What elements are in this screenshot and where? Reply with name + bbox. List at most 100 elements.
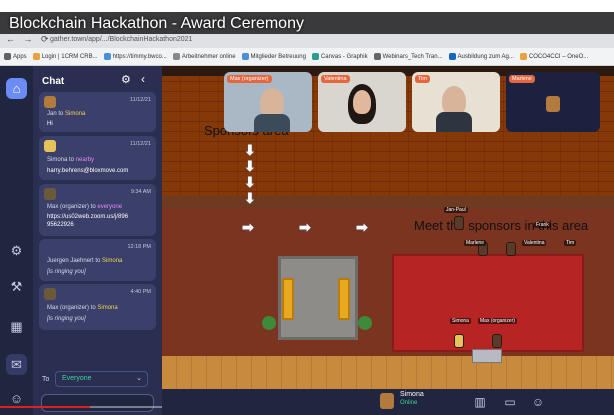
video-tile[interactable]: Tim [412, 72, 500, 132]
chevron-down-icon: ⌄ [136, 375, 142, 382]
message-time: 9:34 AM [130, 189, 151, 195]
bookmarks-bar: Apps Login | 1CRM CRB... https://timmy.b… [0, 48, 614, 66]
bookmark-item[interactable]: Webinars_Tech Tran... [373, 53, 443, 60]
arrow-down-icon: ⬇ [244, 142, 256, 158]
bottom-wall [162, 356, 614, 389]
avatar [44, 288, 56, 300]
avatar [546, 96, 560, 112]
bookmark-icon [103, 53, 111, 60]
arrow-right-icon: ➡ [242, 219, 254, 235]
to-label: To [42, 376, 50, 383]
message-text: [is ringing you] [47, 316, 86, 322]
calendar-icon[interactable]: ▦ [6, 316, 27, 337]
user-name: Simona [400, 391, 424, 398]
browser-nav-icons[interactable]: ← → ⟳ [6, 34, 52, 45]
message-header: Jan to Simona [47, 111, 86, 117]
home-icon[interactable]: ⌂ [6, 78, 27, 99]
video-label: Max (organizer) [227, 75, 272, 83]
avatar [44, 96, 56, 108]
bookmark-icon [32, 53, 40, 60]
chat-icon[interactable]: ✉ [6, 354, 27, 375]
arrow-right-icon: ➡ [299, 219, 311, 235]
video-tile[interactable]: Max (organizer) [224, 72, 312, 132]
plant [358, 316, 372, 330]
wall-strip [162, 196, 614, 208]
video-label: Marlene [509, 75, 535, 83]
avatar-name-tag: Jan-Paul [444, 207, 468, 213]
screen-share-icon[interactable]: ▭ [502, 394, 518, 410]
bookmark-item[interactable]: Apps [4, 53, 27, 60]
bookmark-icon [373, 53, 381, 60]
message-time: 11/12/21 [129, 97, 151, 103]
avatar [44, 188, 56, 200]
participant-body [436, 112, 472, 132]
bookmark-item[interactable]: Canvas - Graphik [311, 53, 368, 60]
meet-sponsors-label: Meet the sponsors in this area [414, 218, 589, 233]
bookmark-icon [172, 53, 180, 60]
bookmark-icon [241, 53, 249, 60]
chat-message: 4:40 PM Max (organizer) to Simona [is ri… [39, 284, 156, 330]
message-text: [is ringing you] [47, 269, 86, 275]
chevron-left-icon[interactable]: ‹ [141, 72, 145, 86]
bookmark-item[interactable]: Ausbildung zum Ag... [448, 53, 514, 60]
avatar-name-tag: Max (organizer) [478, 318, 518, 324]
app-sidebar: ⌂ ⚙ ⚒ ▦ ✉ ☺ [0, 66, 33, 415]
arrow-down-icon: ⬇ [244, 174, 256, 190]
recipient-value: Everyone [62, 375, 92, 382]
url-text[interactable]: gather.town/app/.../BlockchainHackathon2… [50, 36, 192, 43]
sofa [282, 278, 294, 320]
emoji-icon[interactable]: ☺ [530, 394, 546, 410]
hammer-icon[interactable]: ⚒ [6, 276, 27, 297]
video-tile[interactable]: Marlene [506, 72, 600, 132]
bookmark-icon [448, 53, 456, 60]
avatar[interactable] [380, 393, 394, 409]
message-header: Simona to nearby [47, 157, 95, 163]
avatar[interactable] [454, 334, 464, 348]
message-link[interactable]: https://us02web.zoom.us/j/896 95622926 [47, 213, 128, 229]
user-status: Online [400, 400, 418, 406]
video-progress-remaining[interactable] [90, 406, 162, 408]
message-header: Juergen Jaehnert to Simona [47, 258, 123, 264]
avatar-name-tag: Valentina [522, 240, 547, 246]
participant-face [353, 90, 371, 114]
bookmark-item[interactable]: Mitglieder Betreuung [241, 53, 306, 60]
map-icon[interactable]: ▥ [472, 394, 488, 410]
gear-icon[interactable]: ⚙ [6, 240, 27, 261]
plant [262, 316, 276, 330]
participant-body [254, 114, 290, 132]
bookmark-item[interactable]: https://timmy.bwco... [103, 53, 167, 60]
chat-message: 12:18 PM Juergen Jaehnert to Simona [is … [39, 239, 156, 281]
bookmark-icon [311, 53, 319, 60]
message-text[interactable]: harry.behrens@bloxmove.com [47, 167, 128, 175]
podium [472, 349, 502, 363]
avatar-name-tag: Frank [534, 222, 551, 228]
arrow-down-icon: ⬇ [244, 158, 256, 174]
avatar-name-tag: Marlene [464, 240, 487, 246]
arrow-down-icon: ⬇ [244, 190, 256, 206]
avatar[interactable] [492, 334, 502, 348]
avatar[interactable] [454, 216, 464, 230]
message-header: Max (organizer) to everyone [47, 204, 123, 210]
arrow-right-icon: ➡ [356, 219, 368, 235]
message-text: Hi [47, 121, 53, 127]
chat-message: 11/12/21 Jan to Simona Hi [39, 92, 156, 132]
chat-message-input[interactable] [41, 394, 154, 412]
avatar-name-tag: Simona [450, 318, 471, 324]
top-strip [0, 0, 614, 12]
avatar-name-tag: Tim [564, 240, 577, 246]
message-time: 11/12/21 [129, 141, 151, 147]
bookmark-item[interactable]: Login | 1CRM CRB... [32, 53, 98, 60]
message-time: 12:18 PM [127, 244, 151, 250]
recipient-select[interactable]: Everyone ⌄ [55, 371, 148, 387]
chat-settings-icon[interactable]: ⚙ [121, 73, 131, 86]
bottom-toolbar: Simona Online ▥ ▭ ☺ [162, 389, 614, 415]
bookmark-item[interactable]: Arbeitnehmer online [172, 53, 236, 60]
video-label: Valentina [321, 75, 350, 83]
video-tile[interactable]: Valentina [318, 72, 406, 132]
avatar[interactable] [506, 242, 516, 256]
video-progress-bar[interactable] [0, 406, 90, 408]
bookmark-item[interactable]: COCO4CCI – OneO... [519, 53, 588, 60]
chat-message: 11/12/21 Simona to nearby harry.behrens@… [39, 136, 156, 180]
avatar [44, 140, 56, 152]
message-time: 4:40 PM [130, 289, 151, 295]
